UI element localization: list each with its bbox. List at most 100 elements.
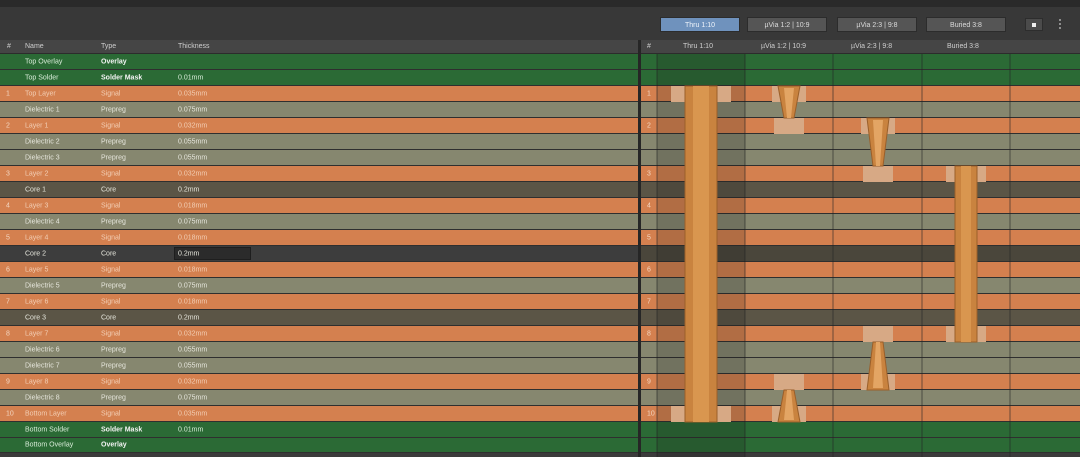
layer-type[interactable]: Overlay — [101, 58, 127, 65]
layer-name[interactable]: Top Overlay — [25, 58, 62, 65]
layer-name[interactable]: Core 3 — [25, 314, 46, 321]
layer-type[interactable]: Prepreg — [101, 138, 126, 145]
layer-thickness[interactable]: 0.075mm — [178, 106, 207, 113]
layer-thickness[interactable]: 0.032mm — [178, 378, 207, 385]
layer-thickness[interactable]: 0.2mm — [178, 314, 199, 321]
layer-row[interactable]: Dielectric 6 Prepreg 0.055mm — [0, 342, 638, 358]
layer-thickness[interactable]: 0.055mm — [178, 346, 207, 353]
via-tab-microvia-1-2[interactable]: µVia 1:2 | 10:9 — [747, 17, 827, 32]
layer-type[interactable]: Signal — [101, 330, 120, 337]
layer-name[interactable]: Top Solder — [25, 74, 58, 81]
layer-row[interactable]: 9 Layer 8 Signal 0.032mm — [0, 374, 638, 390]
layer-type[interactable]: Solder Mask — [101, 426, 142, 433]
layer-name[interactable]: Dielectric 2 — [25, 138, 60, 145]
layer-type[interactable]: Prepreg — [101, 218, 126, 225]
header-thickness[interactable]: Thickness — [178, 43, 210, 50]
header-index[interactable]: # — [7, 43, 11, 50]
layer-thickness[interactable]: 0.075mm — [178, 394, 207, 401]
layer-row[interactable]: 8 Layer 7 Signal 0.032mm — [0, 326, 638, 342]
layer-row[interactable]: Dielectric 8 Prepreg 0.075mm — [0, 390, 638, 406]
layer-name[interactable]: Layer 1 — [25, 122, 48, 129]
layer-thickness[interactable]: 0.01mm — [178, 74, 203, 81]
plus-icon[interactable] — [1025, 18, 1043, 31]
layer-type[interactable]: Overlay — [101, 442, 127, 449]
layer-type[interactable]: Solder Mask — [101, 74, 142, 81]
layer-row[interactable]: 2 Layer 1 Signal 0.032mm — [0, 118, 638, 134]
layer-name[interactable]: Layer 8 — [25, 378, 48, 385]
layer-row[interactable]: Bottom Overlay Overlay — [0, 438, 638, 453]
layer-name[interactable]: Layer 7 — [25, 330, 48, 337]
layer-row[interactable]: Dielectric 1 Prepreg 0.075mm — [0, 102, 638, 118]
layer-thickness[interactable]: 0.032mm — [178, 170, 207, 177]
layer-row[interactable]: 5 Layer 4 Signal 0.018mm — [0, 230, 638, 246]
layer-name[interactable]: Layer 4 — [25, 234, 48, 241]
layer-name[interactable]: Bottom Overlay — [25, 442, 73, 449]
layer-type[interactable]: Prepreg — [101, 154, 126, 161]
layer-row[interactable]: 4 Layer 3 Signal 0.018mm — [0, 198, 638, 214]
layer-thickness[interactable]: 0.032mm — [178, 330, 207, 337]
layer-name[interactable]: Layer 6 — [25, 298, 48, 305]
layer-thickness[interactable]: 0.018mm — [178, 202, 207, 209]
layer-row[interactable]: Dielectric 7 Prepreg 0.055mm — [0, 358, 638, 374]
layer-thickness[interactable]: 0.075mm — [178, 282, 207, 289]
via-tab-buried[interactable]: Buried 3:8 — [926, 17, 1006, 32]
layer-thickness[interactable]: 0.055mm — [178, 154, 207, 161]
header-type[interactable]: Type — [101, 43, 116, 50]
layer-thickness[interactable]: 0.018mm — [178, 266, 207, 273]
layer-name[interactable]: Dielectric 4 — [25, 218, 60, 225]
vertical-dots-icon[interactable] — [1051, 18, 1069, 31]
layer-thickness[interactable]: 0.01mm — [178, 426, 203, 433]
layer-row[interactable]: Core 1 Core 0.2mm — [0, 182, 638, 198]
layer-name[interactable]: Dielectric 3 — [25, 154, 60, 161]
layer-row[interactable]: Dielectric 3 Prepreg 0.055mm — [0, 150, 638, 166]
layer-row[interactable]: Dielectric 5 Prepreg 0.075mm — [0, 278, 638, 294]
layer-name[interactable]: Layer 5 — [25, 266, 48, 273]
header-name[interactable]: Name — [25, 43, 44, 50]
layer-thickness[interactable]: 0.018mm — [178, 298, 207, 305]
layer-type[interactable]: Core — [101, 250, 116, 257]
layer-name[interactable]: Dielectric 6 — [25, 346, 60, 353]
layer-name[interactable]: Dielectric 7 — [25, 362, 60, 369]
layer-row[interactable]: 10 Bottom Layer Signal 0.035mm — [0, 406, 638, 422]
layer-thickness[interactable]: 0.075mm — [178, 218, 207, 225]
layer-type[interactable]: Prepreg — [101, 362, 126, 369]
layer-type[interactable]: Signal — [101, 170, 120, 177]
layer-name[interactable]: Layer 3 — [25, 202, 48, 209]
layer-row[interactable]: Bottom Solder Solder Mask 0.01mm — [0, 422, 638, 438]
layer-name[interactable]: Top Layer — [25, 90, 56, 97]
layer-type[interactable]: Signal — [101, 378, 120, 385]
layer-thickness[interactable]: 0.055mm — [178, 362, 207, 369]
layer-type[interactable]: Signal — [101, 266, 120, 273]
layer-type[interactable]: Core — [101, 186, 116, 193]
layer-type[interactable]: Prepreg — [101, 282, 126, 289]
layer-row[interactable]: Top Solder Solder Mask 0.01mm — [0, 70, 638, 86]
via-tab-microvia-2-3[interactable]: µVia 2:3 | 9:8 — [837, 17, 917, 32]
layer-name[interactable]: Layer 2 — [25, 170, 48, 177]
layer-row[interactable]: 3 Layer 2 Signal 0.032mm — [0, 166, 638, 182]
layer-type[interactable]: Signal — [101, 122, 120, 129]
layer-type[interactable]: Signal — [101, 298, 120, 305]
layer-type[interactable]: Prepreg — [101, 346, 126, 353]
layer-thickness[interactable]: 0.2mm — [178, 250, 199, 257]
via-tab-thru[interactable]: Thru 1:10 — [660, 17, 740, 32]
layer-row[interactable]: Core 2 Core 0.2mm — [0, 246, 638, 262]
layer-name[interactable]: Dielectric 1 — [25, 106, 60, 113]
layer-type[interactable]: Signal — [101, 90, 120, 97]
layer-thickness[interactable]: 0.055mm — [178, 138, 207, 145]
layer-type[interactable]: Core — [101, 314, 116, 321]
layer-row[interactable]: 7 Layer 6 Signal 0.018mm — [0, 294, 638, 310]
layer-type[interactable]: Signal — [101, 410, 120, 417]
layer-row[interactable]: Core 3 Core 0.2mm — [0, 310, 638, 326]
layer-row[interactable]: 6 Layer 5 Signal 0.018mm — [0, 262, 638, 278]
layer-row[interactable]: Dielectric 4 Prepreg 0.075mm — [0, 214, 638, 230]
layer-type[interactable]: Signal — [101, 202, 120, 209]
layer-thickness[interactable]: 0.032mm — [178, 122, 207, 129]
layer-row[interactable]: 1 Top Layer Signal 0.035mm — [0, 86, 638, 102]
layer-name[interactable]: Dielectric 5 — [25, 282, 60, 289]
layer-name[interactable]: Core 1 — [25, 186, 46, 193]
layer-thickness[interactable]: 0.018mm — [178, 234, 207, 241]
layer-type[interactable]: Signal — [101, 234, 120, 241]
layer-name[interactable]: Core 2 — [25, 250, 46, 257]
layer-name[interactable]: Bottom Layer — [25, 410, 67, 417]
layer-thickness[interactable]: 0.035mm — [178, 90, 207, 97]
